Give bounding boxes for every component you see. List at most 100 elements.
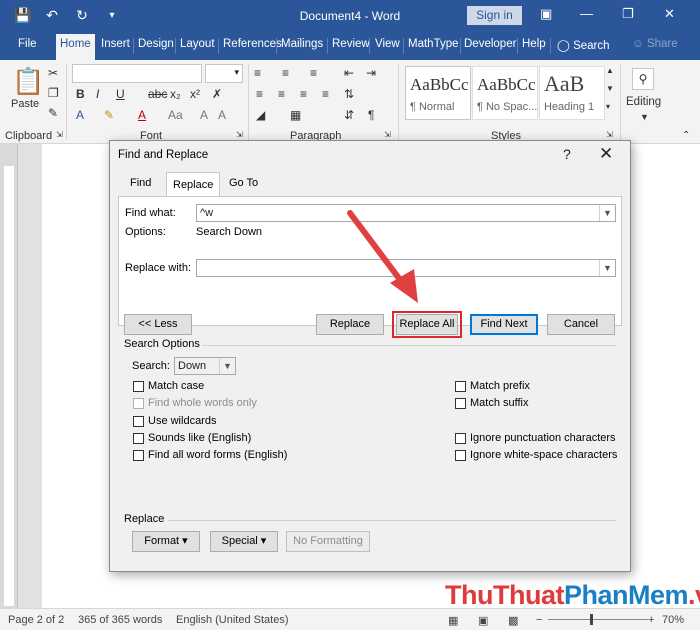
match-case-checkbox[interactable] [133, 381, 144, 392]
copy-icon[interactable]: ❐ [48, 86, 59, 100]
restore-icon[interactable]: ❐ [622, 6, 634, 22]
paste-label[interactable]: Paste [11, 98, 39, 110]
editing-button[interactable]: Editing [626, 96, 661, 108]
tab-file[interactable]: File [18, 38, 37, 50]
wildcards-checkbox[interactable] [133, 416, 144, 427]
show-formatting-icon[interactable]: ¶ [368, 108, 374, 122]
paste-icon[interactable]: 📋 [12, 66, 44, 97]
font-name-box[interactable] [72, 64, 202, 83]
sounds-like-checkbox[interactable] [133, 433, 144, 444]
word-count[interactable]: 365 of 365 words [78, 614, 162, 626]
zoom-in-icon[interactable]: + [648, 614, 654, 626]
style-normal[interactable]: AaBbCc ¶ Normal [405, 66, 471, 120]
cut-icon[interactable]: ✂ [48, 66, 58, 80]
share-button[interactable]: ☺ Share [632, 38, 678, 50]
format-painter-icon[interactable]: ✎ [48, 106, 58, 120]
tab-go-to[interactable]: Go To [229, 177, 258, 189]
zoom-slider-thumb[interactable] [590, 614, 593, 625]
italic-icon[interactable]: I [96, 87, 99, 101]
chevron-down-icon[interactable]: ▼ [599, 260, 615, 276]
search-direction-select[interactable]: Down ▼ [174, 357, 236, 375]
tab-home[interactable]: Home [56, 34, 95, 60]
print-layout-icon[interactable]: ▣ [478, 614, 488, 627]
tell-me-search[interactable]: ◯ Search [557, 38, 610, 52]
find-icon[interactable]: ⚲ [632, 68, 654, 90]
sign-in-button[interactable]: Sign in [467, 6, 522, 25]
superscript-icon[interactable]: x² [190, 87, 200, 101]
shrink-font-icon[interactable]: A [200, 108, 208, 122]
increase-indent-icon[interactable]: ⇥ [366, 66, 376, 80]
font-dialog-launcher-icon[interactable]: ⇲ [236, 130, 243, 139]
multilevel-list-icon[interactable]: ≡ [310, 66, 317, 80]
ignore-punctuation-checkbox[interactable] [455, 433, 466, 444]
align-right-icon[interactable]: ≡ [300, 87, 307, 101]
page-count[interactable]: Page 2 of 2 [8, 614, 64, 626]
numbering-icon[interactable]: ≡ [282, 66, 289, 80]
tab-find[interactable]: Find [130, 177, 151, 189]
strikethrough-icon[interactable]: abc [148, 87, 167, 101]
highlight-icon[interactable]: ✎ [104, 108, 114, 122]
help-icon[interactable]: ? [563, 146, 571, 162]
font-size-box[interactable]: ▾ [205, 64, 243, 83]
close-window-icon[interactable]: ✕ [664, 6, 675, 22]
tab-mailings[interactable]: Mailings [281, 38, 323, 50]
collapse-ribbon-icon[interactable]: ⌃ [682, 130, 690, 141]
ignore-whitespace-checkbox[interactable] [455, 450, 466, 461]
read-mode-icon[interactable]: ▦ [448, 614, 458, 627]
tab-help[interactable]: Help [522, 38, 546, 50]
shading-icon[interactable]: ◢ [256, 108, 265, 122]
clear-formatting-icon[interactable]: ✗ [212, 87, 222, 101]
font-color-icon[interactable]: A [138, 108, 146, 122]
grow-font-icon[interactable]: Aa [168, 108, 183, 122]
bullets-icon[interactable]: ≡ [254, 66, 261, 80]
special-button[interactable]: Special ▾ [210, 531, 278, 552]
styles-more-icon[interactable]: ▾ [606, 102, 610, 111]
format-button[interactable]: Format ▾ [132, 531, 200, 552]
language-indicator[interactable]: English (United States) [176, 614, 289, 626]
subscript-icon[interactable]: x₂ [170, 87, 181, 101]
tab-design[interactable]: Design [138, 38, 174, 50]
zoom-level[interactable]: 70% [662, 614, 684, 626]
tab-layout[interactable]: Layout [180, 38, 215, 50]
replace-button[interactable]: Replace [316, 314, 384, 335]
bold-icon[interactable]: B [76, 87, 85, 101]
find-next-button[interactable]: Find Next [470, 314, 538, 335]
borders-icon[interactable]: ▦ [290, 108, 301, 122]
chevron-down-icon[interactable]: ▼ [599, 205, 615, 221]
change-case-icon[interactable]: A [218, 108, 226, 122]
ribbon-display-icon[interactable]: ▣ [540, 6, 552, 22]
cancel-button[interactable]: Cancel [547, 314, 615, 335]
tab-view[interactable]: View [375, 38, 400, 50]
align-left-icon[interactable]: ≡ [256, 87, 263, 101]
styles-scroll-up-icon[interactable]: ▲ [606, 66, 614, 75]
word-forms-checkbox[interactable] [133, 450, 144, 461]
decrease-indent-icon[interactable]: ⇤ [344, 66, 354, 80]
no-formatting-button[interactable]: No Formatting [286, 531, 370, 552]
style-heading-1[interactable]: AaB Heading 1 [539, 66, 605, 120]
close-icon[interactable]: ✕ [599, 144, 613, 164]
tab-references[interactable]: References [223, 38, 282, 50]
zoom-slider[interactable] [548, 619, 648, 620]
styles-dialog-launcher-icon[interactable]: ⇲ [606, 130, 613, 139]
tab-review[interactable]: Review [332, 38, 370, 50]
text-effects-icon[interactable]: A [76, 108, 84, 122]
match-prefix-checkbox[interactable] [455, 381, 466, 392]
tab-replace[interactable]: Replace [166, 172, 221, 197]
justify-icon[interactable]: ≡ [322, 87, 329, 101]
line-spacing-icon[interactable]: ⇅ [344, 87, 354, 101]
paragraph-dialog-launcher-icon[interactable]: ⇲ [384, 130, 391, 139]
styles-scroll-down-icon[interactable]: ▼ [606, 84, 614, 93]
tab-insert[interactable]: Insert [101, 38, 130, 50]
tab-developer[interactable]: Developer [464, 38, 516, 50]
chevron-down-icon[interactable]: ▼ [219, 358, 235, 374]
web-layout-icon[interactable]: ▩ [508, 614, 518, 627]
tab-mathtype[interactable]: MathType [408, 38, 459, 50]
less-button[interactable]: << Less [124, 314, 192, 335]
underline-icon[interactable]: U [116, 87, 125, 101]
dialog-launcher-icon[interactable]: ⇲ [56, 130, 63, 139]
minimize-icon[interactable]: — [580, 6, 593, 21]
style-no-spacing[interactable]: AaBbCc ¶ No Spac... [472, 66, 538, 120]
sort-icon[interactable]: ⇵ [344, 108, 354, 122]
zoom-out-icon[interactable]: − [536, 614, 542, 626]
whole-words-checkbox[interactable] [133, 398, 144, 409]
